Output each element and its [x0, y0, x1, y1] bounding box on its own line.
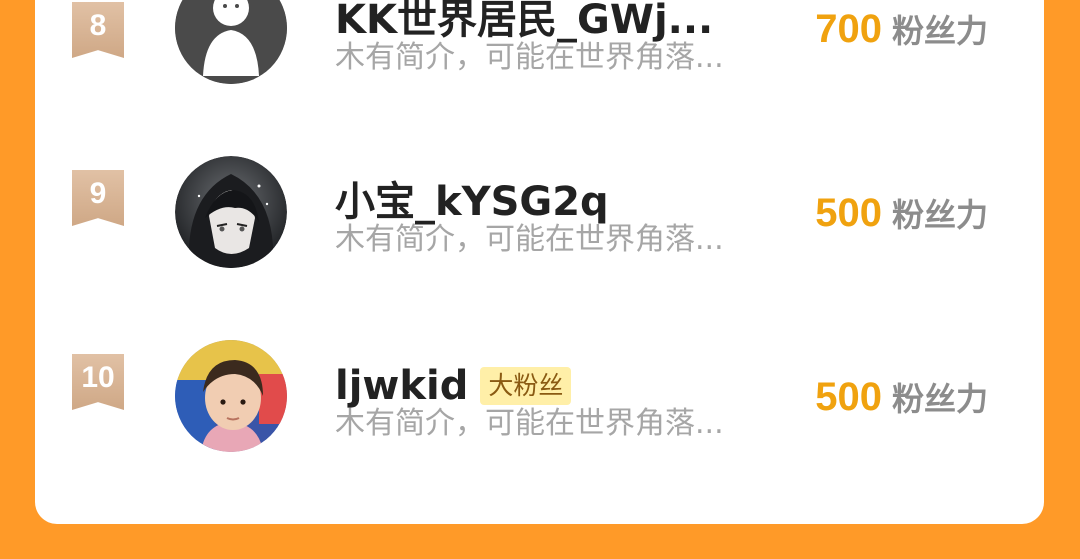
rank-badge: 10	[72, 354, 124, 410]
user-bio: 木有简介，可能在世界角落...	[335, 40, 724, 75]
fan-power-value: 700	[815, 7, 882, 51]
fan-power: 700 粉丝力	[815, 6, 988, 52]
big-fan-badge: 大粉丝	[480, 367, 572, 405]
fan-power-value: 500	[815, 375, 882, 419]
leaderboard-row[interactable]: 9 小宝_kYSG2q 木有简介，可能在世界角落... 500 粉丝力	[35, 148, 1044, 268]
user-bio: 木有简介，可能在世界角落...	[335, 406, 724, 441]
rank-number: 10	[81, 361, 115, 394]
user-bio: 木有简介，可能在世界角落...	[335, 222, 724, 257]
rank-number: 8	[89, 9, 107, 42]
rank-number: 9	[89, 177, 107, 210]
leaderboard-row[interactable]: 8 KK世界居民_GWj... 木有简介，可能在世界角落... 700 粉丝力	[35, 0, 1044, 100]
rank-badge: 9	[72, 170, 124, 226]
fan-power-unit: 粉丝力	[891, 196, 988, 234]
default-person-avatar-icon[interactable]	[175, 0, 287, 84]
fan-power-unit: 粉丝力	[891, 380, 988, 418]
fan-leaderboard-card: 8 KK世界居民_GWj... 木有简介，可能在世界角落... 700 粉丝力 …	[35, 0, 1044, 524]
fan-power-value: 500	[815, 191, 882, 235]
fan-power-unit: 粉丝力	[891, 12, 988, 50]
fan-power: 500 粉丝力	[815, 190, 988, 236]
leaderboard-row[interactable]: 10 ljwkid 大粉丝 木有简介，可能在世界角落... 500 粉丝力	[35, 332, 1044, 452]
fan-power: 500 粉丝力	[815, 374, 988, 420]
rank-badge: 8	[72, 2, 124, 58]
anime-hooded-boy-avatar-icon[interactable]	[175, 156, 287, 268]
child-photo-avatar-icon[interactable]	[175, 340, 287, 452]
